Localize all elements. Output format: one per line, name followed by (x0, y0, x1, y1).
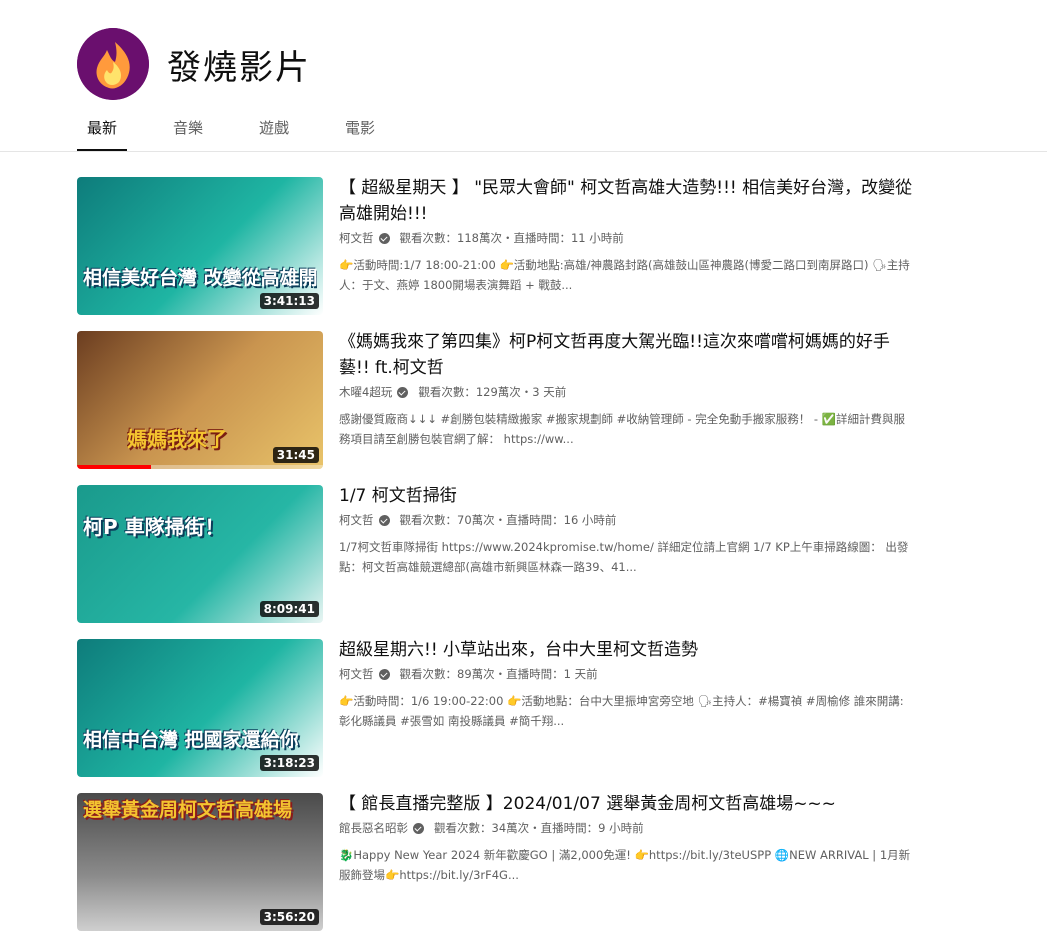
tabs-divider (0, 151, 1047, 152)
duration-badge: 8:09:41 (259, 601, 319, 617)
flame-logo-icon[interactable] (77, 28, 149, 100)
video-thumbnail[interactable]: 媽媽我來了 31:45 (77, 331, 323, 469)
video-stats: 觀看次數：34萬次・直播時間：9 小時前 (434, 821, 644, 835)
video-title[interactable]: 《媽媽我來了第四集》柯P柯文哲再度大駕光臨!!這次來嚐嚐柯媽媽的好手藝!! ft… (339, 329, 919, 381)
video-meta: 柯文哲 觀看次數：70萬次・直播時間：16 小時前 (339, 512, 919, 528)
thumbnail-caption: 相信美好台灣 改變從高雄開始 (83, 267, 317, 289)
video-info: 《媽媽我來了第四集》柯P柯文哲再度大駕光臨!!這次來嚐嚐柯媽媽的好手藝!! ft… (339, 329, 919, 449)
video-meta: 館長惡名昭彰 觀看次數：34萬次・直播時間：9 小時前 (339, 820, 919, 836)
video-info: 1/7 柯文哲掃街 柯文哲 觀看次數：70萬次・直播時間：16 小時前 1/7柯… (339, 483, 919, 577)
video-meta: 柯文哲 觀看次數：118萬次・直播時間：11 小時前 (339, 230, 919, 246)
thumbnail-caption: 柯P 車隊掃街！ (83, 515, 225, 539)
video-list: 相信美好台灣 改變從高雄開始 3:41:13 【 超級星期天 】 "民眾大會師"… (77, 177, 977, 941)
video-item: 柯P 車隊掃街！ 8:09:41 1/7 柯文哲掃街 柯文哲 觀看次數：70萬次… (77, 485, 977, 639)
tab-gaming[interactable]: 遊戲 (249, 115, 299, 151)
verified-icon (378, 668, 390, 680)
channel-title: 發燒影片 (167, 47, 311, 88)
video-stats: 觀看次數：70萬次・直播時間：16 小時前 (399, 513, 617, 527)
tab-latest[interactable]: 最新 (77, 115, 128, 151)
video-description: 感謝優質廠商↓↓↓ #創勝包裝精緻搬家 #搬家規劃師 #收納管理師 - 完全免動… (339, 412, 906, 446)
duration-badge: 3:18:23 (259, 755, 319, 771)
video-item: 相信美好台灣 改變從高雄開始 3:41:13 【 超級星期天 】 "民眾大會師"… (77, 177, 977, 331)
video-title[interactable]: 【 超級星期天 】 "民眾大會師" 柯文哲高雄大造勢!!! 相信美好台灣，改變從… (339, 175, 919, 227)
duration-badge: 3:41:13 (259, 293, 319, 309)
video-item: 媽媽我來了 31:45 《媽媽我來了第四集》柯P柯文哲再度大駕光臨!!這次來嚐嚐… (77, 331, 977, 485)
tab-music[interactable]: 音樂 (163, 115, 213, 151)
video-meta: 木曜4超玩 觀看次數：129萬次・3 天前 (339, 384, 919, 400)
duration-badge: 3:56:20 (259, 909, 319, 925)
verified-icon (378, 232, 390, 244)
video-title[interactable]: 【 館長直播完整版 】2024/01/07 選舉黃金周柯文哲高雄場~~~ (339, 791, 919, 817)
video-title[interactable]: 超級星期六!! 小草站出來，台中大里柯文哲造勢 (339, 637, 919, 663)
video-meta: 柯文哲 觀看次數：89萬次・直播時間：1 天前 (339, 666, 919, 682)
channel-tabs: 最新 音樂 遊戲 電影 (77, 115, 421, 151)
watch-progress-bar (77, 465, 151, 469)
video-info: 超級星期六!! 小草站出來，台中大里柯文哲造勢 柯文哲 觀看次數：89萬次・直播… (339, 637, 919, 731)
channel-header: 發燒影片 (77, 28, 311, 100)
video-info: 【 超級星期天 】 "民眾大會師" 柯文哲高雄大造勢!!! 相信美好台灣，改變從… (339, 175, 919, 295)
verified-icon (413, 822, 424, 834)
video-thumbnail[interactable]: 相信美好台灣 改變從高雄開始 3:41:13 (77, 177, 323, 315)
thumbnail-caption: 選舉黃金周柯文哲高雄場 (83, 799, 293, 821)
channel-name[interactable]: 館長惡名昭彰 (339, 820, 408, 836)
channel-name[interactable]: 木曜4超玩 (339, 384, 392, 400)
verified-icon (397, 386, 409, 398)
tab-movies[interactable]: 電影 (335, 115, 385, 151)
video-title[interactable]: 1/7 柯文哲掃街 (339, 483, 919, 509)
channel-name[interactable]: 柯文哲 (339, 512, 374, 528)
video-description: 🐉Happy New Year 2024 新年歡慶GO | 滿2,000免運! … (339, 848, 911, 882)
channel-name[interactable]: 柯文哲 (339, 666, 374, 682)
video-stats: 觀看次數：129萬次・3 天前 (418, 385, 567, 399)
channel-name[interactable]: 柯文哲 (339, 230, 374, 246)
video-description: 👉活動時間:1/7 18:00-21:00 👉活動地點:高雄/神農路封路(高雄鼓… (339, 258, 910, 292)
video-stats: 觀看次數：118萬次・直播時間：11 小時前 (399, 231, 624, 245)
duration-badge: 31:45 (272, 447, 319, 463)
video-thumbnail[interactable]: 相信中台灣 把國家還給你 3:18:23 (77, 639, 323, 777)
video-thumbnail[interactable]: 選舉黃金周柯文哲高雄場 3:56:20 (77, 793, 323, 931)
video-description: 1/7柯文哲車隊掃街 https://www.2024kpromise.tw/h… (339, 540, 909, 574)
video-item: 相信中台灣 把國家還給你 3:18:23 超級星期六!! 小草站出來，台中大里柯… (77, 639, 977, 793)
video-item: 選舉黃金周柯文哲高雄場 3:56:20 【 館長直播完整版 】2024/01/0… (77, 793, 977, 941)
video-info: 【 館長直播完整版 】2024/01/07 選舉黃金周柯文哲高雄場~~~ 館長惡… (339, 791, 919, 885)
video-description: 👉活動時間：1/6 19:00-22:00 👉活動地點：台中大里振坤宮旁空地 🗣… (339, 694, 904, 728)
thumbnail-caption: 相信中台灣 把國家還給你 (83, 729, 299, 751)
video-thumbnail[interactable]: 柯P 車隊掃街！ 8:09:41 (77, 485, 323, 623)
verified-icon (378, 514, 390, 526)
video-stats: 觀看次數：89萬次・直播時間：1 天前 (399, 667, 598, 681)
